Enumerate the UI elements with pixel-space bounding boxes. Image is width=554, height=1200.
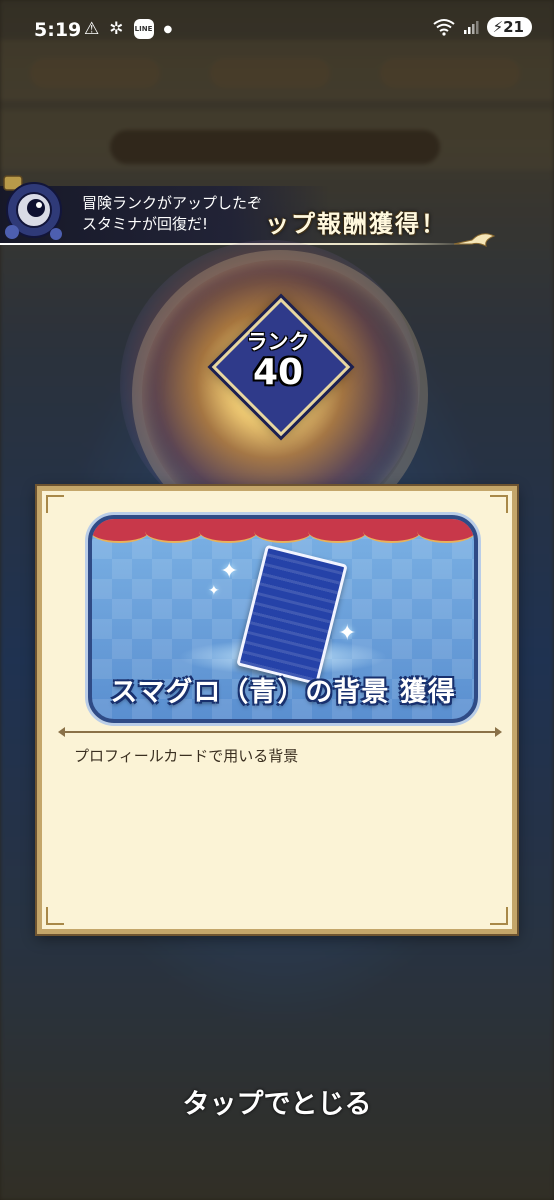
sparkle-icon: ✦: [208, 583, 220, 599]
pinwheel-icon: ✲: [109, 19, 124, 39]
reward-description: プロフィールカードで用いる背景: [74, 747, 299, 765]
tap-to-close-label[interactable]: タップでとじる: [0, 1082, 554, 1121]
clock: 5:19: [34, 19, 82, 41]
sparkle-icon: ✦: [338, 621, 357, 646]
robot-mascot-icon: [3, 175, 62, 240]
battery-icon: ⚡21: [486, 17, 532, 37]
status-icons-right: ⚡21: [432, 17, 532, 37]
notification-line-2: スタミナが回復だ!: [82, 215, 209, 233]
reward-header-title: ップ報酬獲得！: [265, 210, 447, 238]
wifi-icon: [432, 19, 455, 36]
corner-ornament-icon: [46, 495, 64, 513]
flourish-ornament-icon: [453, 233, 496, 247]
reward-title: スマグロ（青）の背景 獲得: [110, 677, 456, 708]
status-bar: 5:19 ⚠ ✲ LINE ● ⚡21: [0, 0, 554, 62]
sparkle-icon: ✦: [220, 559, 239, 584]
divider: [58, 727, 502, 737]
reward-panel: ✦ ✦ ✦ スマグロ（青）の背景 獲得 プロフィールカードで用いる背景: [37, 486, 517, 934]
stage-curtain: [92, 519, 474, 543]
status-icons-left: ⚠ ✲ LINE ●: [84, 19, 172, 39]
corner-ornament-icon: [490, 495, 508, 513]
rank-up-notification: 冒険ランクがアップしたぞ スタミナが回復だ! ップ報酬獲得！: [0, 186, 500, 246]
rank-value: 40: [252, 352, 304, 393]
warning-icon: ⚠: [84, 19, 100, 39]
corner-ornament-icon: [46, 907, 64, 925]
dot-icon: ●: [163, 23, 173, 35]
line-app-icon: LINE: [133, 19, 154, 39]
reward-banner-card: ✦ ✦ ✦ スマグロ（青）の背景 獲得: [88, 515, 478, 723]
corner-ornament-icon: [490, 907, 508, 925]
notification-line-1: 冒険ランクがアップしたぞ: [82, 194, 263, 212]
battery-level: 21: [503, 18, 524, 36]
signal-icon: [463, 21, 479, 34]
notification-text: 冒険ランクがアップしたぞ スタミナが回復だ!: [82, 193, 262, 235]
